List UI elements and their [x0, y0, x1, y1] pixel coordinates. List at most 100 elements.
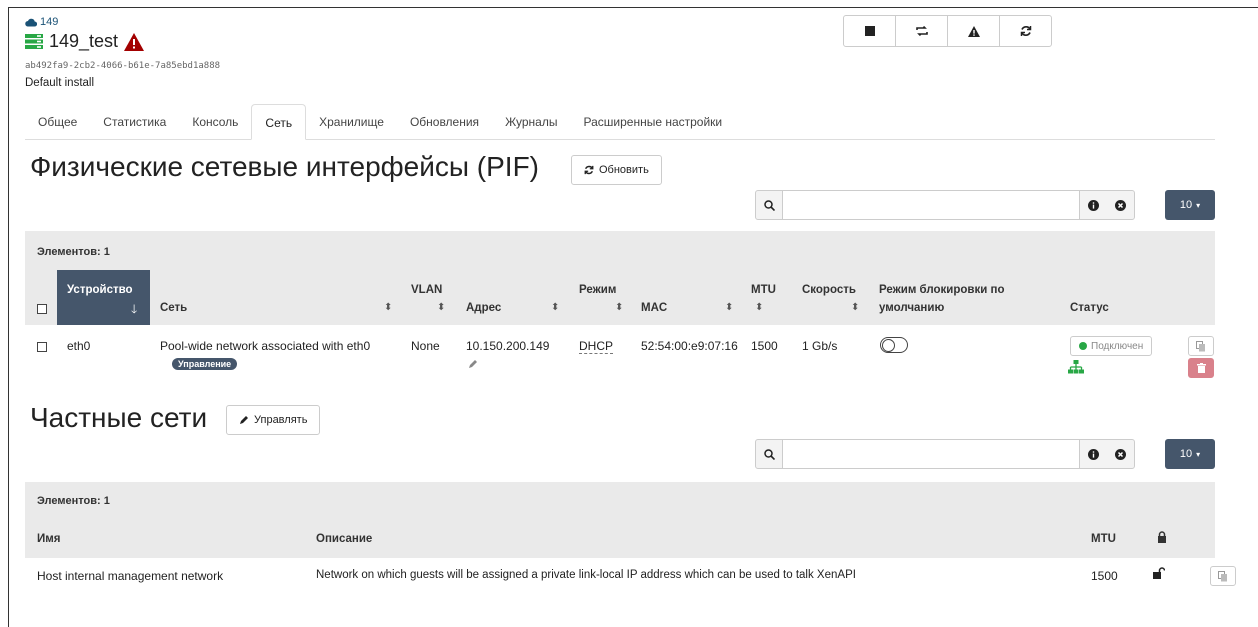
private-page-size-select[interactable]: 10 ▾	[1165, 439, 1215, 469]
pif-search-input[interactable]	[783, 190, 1079, 220]
private-search-suffix	[1079, 439, 1135, 469]
stop-button[interactable]	[843, 15, 896, 47]
private-mtu: 1500	[1091, 569, 1118, 583]
pif-select-all-checkbox[interactable]	[37, 304, 47, 314]
tab-patches[interactable]: Обновления	[397, 104, 492, 140]
info-icon[interactable]	[1088, 448, 1099, 460]
private-search	[755, 439, 1135, 469]
pencil-icon	[240, 416, 248, 424]
private-copy-button[interactable]	[1210, 566, 1236, 586]
caret-down-icon: ▾	[1196, 449, 1201, 459]
sort-icon[interactable]: ⬍	[384, 302, 392, 313]
pif-speed: 1 Gb/s	[802, 339, 838, 353]
host-actions	[843, 15, 1052, 47]
pif-search-prefix	[755, 190, 783, 220]
tab-logs[interactable]: Журналы	[492, 104, 570, 140]
copy-button[interactable]	[1188, 336, 1214, 356]
private-search-input[interactable]	[783, 439, 1079, 469]
warning-button[interactable]	[947, 15, 1000, 47]
pif-section-title: Физические сетевые интерфейсы (PIF)	[30, 151, 540, 182]
sort-icon[interactable]: ⬍	[551, 302, 559, 313]
restart-toolstack-button[interactable]	[895, 15, 948, 47]
reboot-icon	[1020, 25, 1031, 37]
edit-pencil-icon[interactable]	[468, 359, 478, 369]
pif-status: Подключен	[1091, 340, 1144, 352]
warning-icon	[967, 25, 980, 37]
tab-advanced[interactable]: Расширенные настройки	[570, 104, 735, 140]
manage-button[interactable]: Управлять	[226, 405, 321, 435]
pif-mac: 52:54:00:e9:07:16	[641, 339, 738, 353]
pif-mtu: 1500	[751, 339, 778, 353]
private-description: Network on which guests will be assigned…	[316, 569, 856, 581]
refresh-label: Обновить	[599, 164, 649, 176]
th-speed[interactable]: Скорость	[802, 284, 856, 296]
host-title: 149_test	[25, 31, 145, 52]
pif-search	[755, 190, 1135, 220]
private-table-header	[25, 482, 1215, 558]
sort-icon[interactable]: ⬍	[615, 302, 623, 313]
private-count: Элементов: 1	[37, 495, 110, 507]
caret-down-icon: ▾	[1196, 200, 1201, 210]
stop-icon	[864, 26, 875, 36]
pif-row-checkbox[interactable]	[37, 342, 47, 352]
tab-general[interactable]: Общее	[25, 104, 90, 140]
private-section-title: Частные сети	[30, 402, 208, 433]
refresh-button[interactable]: Обновить	[571, 155, 662, 185]
pif-status-badge[interactable]: Подключен	[1070, 336, 1153, 356]
pif-address[interactable]: 10.150.200.149	[466, 339, 549, 353]
tab-stats[interactable]: Статистика	[90, 104, 179, 140]
th-description: Описание	[316, 533, 373, 545]
th-mode[interactable]: Режим	[579, 284, 616, 296]
pif-page-size: 10	[1179, 199, 1193, 211]
sort-icon[interactable]: ⬍	[725, 302, 733, 313]
pif-device: eth0	[67, 339, 91, 353]
connected-dot-icon	[1079, 342, 1087, 350]
host-name[interactable]: 149_test	[49, 31, 118, 52]
sort-desc-icon: 🡓	[131, 302, 138, 316]
th-private-mtu: MTU	[1091, 533, 1116, 545]
pif-mode[interactable]: DHCP	[579, 339, 614, 354]
sort-icon[interactable]: ⬍	[851, 302, 859, 313]
pool-link[interactable]: 149	[25, 16, 58, 28]
lock-icon	[1158, 531, 1166, 543]
th-address[interactable]: Адрес	[466, 302, 501, 314]
pif-page-size-select[interactable]: 10 ▾	[1165, 190, 1215, 220]
copy-icon	[1218, 570, 1227, 581]
info-icon[interactable]	[1088, 199, 1099, 211]
reboot-button[interactable]	[999, 15, 1052, 47]
search-icon	[763, 448, 775, 460]
cloud-icon	[25, 18, 37, 27]
pool-name: 149	[40, 16, 59, 28]
management-badge: Управление	[172, 358, 238, 370]
th-locking-mode-line2: умолчанию	[879, 302, 945, 314]
tab-bar: Общее Статистика Консоль Сеть Хранилище …	[25, 104, 1215, 140]
sort-icon[interactable]: ⬍	[755, 302, 763, 313]
trash-icon	[1196, 363, 1206, 373]
tab-console[interactable]: Консоль	[179, 104, 251, 140]
clear-icon[interactable]	[1115, 448, 1126, 460]
sort-icon[interactable]: ⬍	[437, 302, 445, 313]
th-device-label: Устройство	[67, 284, 133, 296]
th-vlan[interactable]: VLAN	[411, 284, 442, 296]
host-uuid: ab492fa9-2cb2-4066-b61e-7a85ebd1a888	[25, 61, 221, 71]
tab-network[interactable]: Сеть	[251, 104, 307, 140]
delete-button[interactable]	[1188, 358, 1214, 378]
copy-icon	[1196, 340, 1205, 351]
locking-mode-toggle[interactable]	[880, 337, 908, 353]
pif-search-suffix	[1079, 190, 1135, 220]
search-icon	[763, 199, 775, 211]
th-network[interactable]: Сеть	[160, 302, 187, 314]
th-mac[interactable]: MAC	[641, 302, 667, 314]
th-mtu[interactable]: MTU	[751, 284, 776, 296]
server-icon	[25, 34, 43, 49]
network-tree-icon	[1068, 360, 1084, 374]
private-name: Host internal management network	[37, 569, 224, 583]
tab-storage[interactable]: Хранилище	[306, 104, 397, 140]
unlock-icon[interactable]	[1153, 567, 1165, 579]
restart-toolstack-icon	[915, 26, 928, 36]
th-name: Имя	[37, 533, 61, 545]
manage-label: Управлять	[254, 414, 308, 426]
clear-icon[interactable]	[1115, 199, 1126, 211]
host-warning-icon[interactable]	[124, 32, 145, 51]
host-description[interactable]: Default install	[25, 77, 94, 89]
